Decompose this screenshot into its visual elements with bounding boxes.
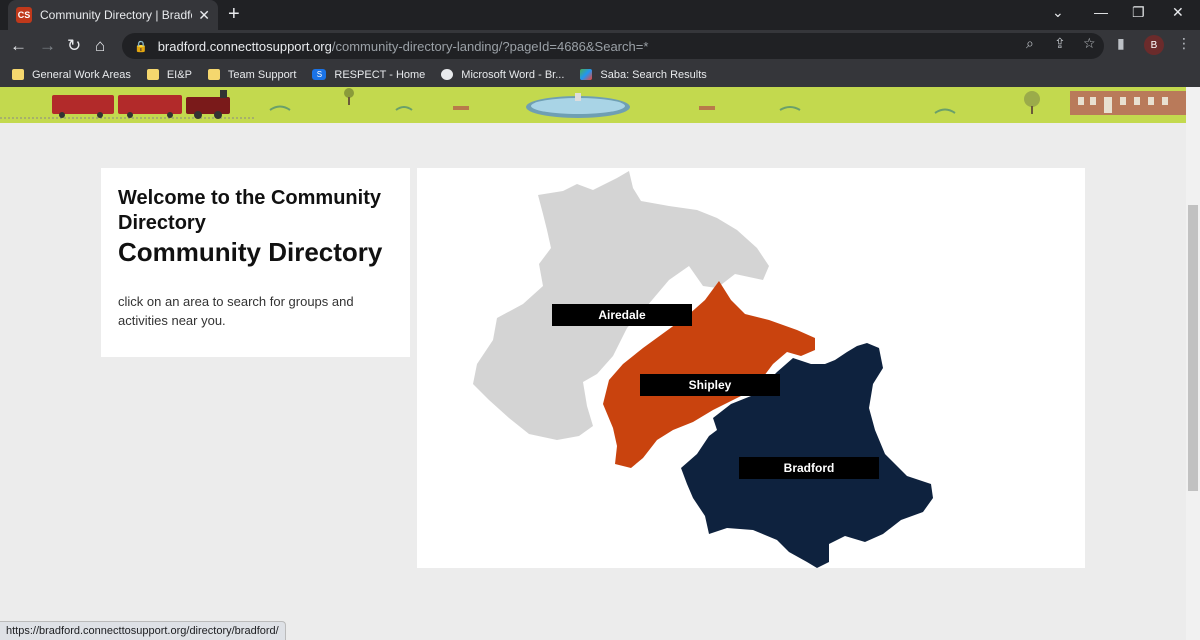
forward-icon[interactable]: → <box>39 36 56 56</box>
welcome-panel: Welcome to the Community Directory Commu… <box>101 168 410 357</box>
page-scrollbar[interactable] <box>1186 87 1200 640</box>
tree-icon <box>344 88 1040 114</box>
bookmarks-bar: General Work Areas EI&P Team Support S RE… <box>0 62 1200 87</box>
area-map: Airedale Shipley Bradford <box>417 168 1085 568</box>
back-icon[interactable]: ← <box>10 36 27 56</box>
status-url: https://bradford.connecttosupport.org/di… <box>0 621 286 640</box>
home-icon[interactable]: ⌂ <box>95 36 105 56</box>
bookmark-item[interactable]: EI&P <box>146 69 192 81</box>
illustrated-banner <box>0 87 1186 123</box>
intro-text: click on an area to search for groups an… <box>118 294 354 328</box>
scrollbar-thumb[interactable] <box>1188 205 1198 491</box>
address-bar[interactable]: 🔒 bradford.connecttosupport.org/communit… <box>122 33 1104 59</box>
url-host: bradford.connecttosupport.org <box>157 38 332 54</box>
new-tab-icon[interactable]: + <box>228 3 240 26</box>
saba-icon <box>580 69 593 80</box>
bookmark-item[interactable]: Saba: Search Results <box>580 69 707 81</box>
bookmark-item[interactable]: S RESPECT - Home <box>312 69 425 81</box>
area-label-bradford[interactable]: Bradford <box>739 457 879 479</box>
fountain-icon <box>526 93 630 118</box>
share-icon[interactable]: ⇪ <box>1054 35 1066 52</box>
minimize-icon[interactable]: — <box>1094 4 1108 20</box>
menu-icon[interactable]: ⋮ <box>1177 35 1191 52</box>
train-icon <box>52 90 230 119</box>
side-panel-icon[interactable]: ▮ <box>1117 35 1125 52</box>
tab-search-icon[interactable]: ⌄ <box>1052 4 1064 21</box>
url-path: /community-directory-landing/?pageId=468… <box>331 38 649 54</box>
globe-icon <box>441 69 454 80</box>
page-title: Community Directory <box>118 237 383 267</box>
sharepoint-icon: S <box>312 69 327 80</box>
tab-title: Community Directory | Bradford Connect t… <box>40 8 192 22</box>
reload-icon[interactable]: ↻ <box>67 36 81 56</box>
area-label-shipley[interactable]: Shipley <box>640 374 780 396</box>
folder-icon <box>12 69 24 80</box>
close-window-icon[interactable]: ✕ <box>1172 4 1184 21</box>
zoom-icon[interactable]: ⌕ <box>1026 35 1034 52</box>
area-label-airedale[interactable]: Airedale <box>552 304 692 326</box>
page-content: Welcome to the Community Directory Commu… <box>0 87 1186 640</box>
bookmark-item[interactable]: General Work Areas <box>12 69 131 81</box>
bookmark-item[interactable]: Team Support <box>207 69 296 81</box>
area-map-svg <box>473 171 933 568</box>
folder-icon <box>146 69 159 80</box>
restore-icon[interactable]: ❐ <box>1132 4 1145 21</box>
lock-icon[interactable]: 🔒 <box>134 40 148 53</box>
folder-icon <box>207 69 220 80</box>
bookmark-item[interactable]: Microsoft Word - Br... <box>441 69 564 81</box>
browser-toolbar: ← → ↻ ⌂ 🔒 bradford.connecttosupport.org /… <box>0 30 1200 62</box>
browser-tab[interactable]: CS Community Directory | Bradford Connec… <box>8 0 218 30</box>
welcome-heading: Welcome to the Community Directory <box>118 187 381 234</box>
bookmark-star-icon[interactable]: ☆ <box>1083 35 1096 52</box>
building-icon <box>1070 91 1186 115</box>
close-tab-icon[interactable]: ✕ <box>198 7 210 24</box>
site-favicon-icon: CS <box>16 7 32 23</box>
banner-illustration <box>0 88 1186 119</box>
profile-avatar[interactable]: B <box>1144 35 1164 55</box>
tab-strip: CS Community Directory | Bradford Connec… <box>0 0 1200 30</box>
